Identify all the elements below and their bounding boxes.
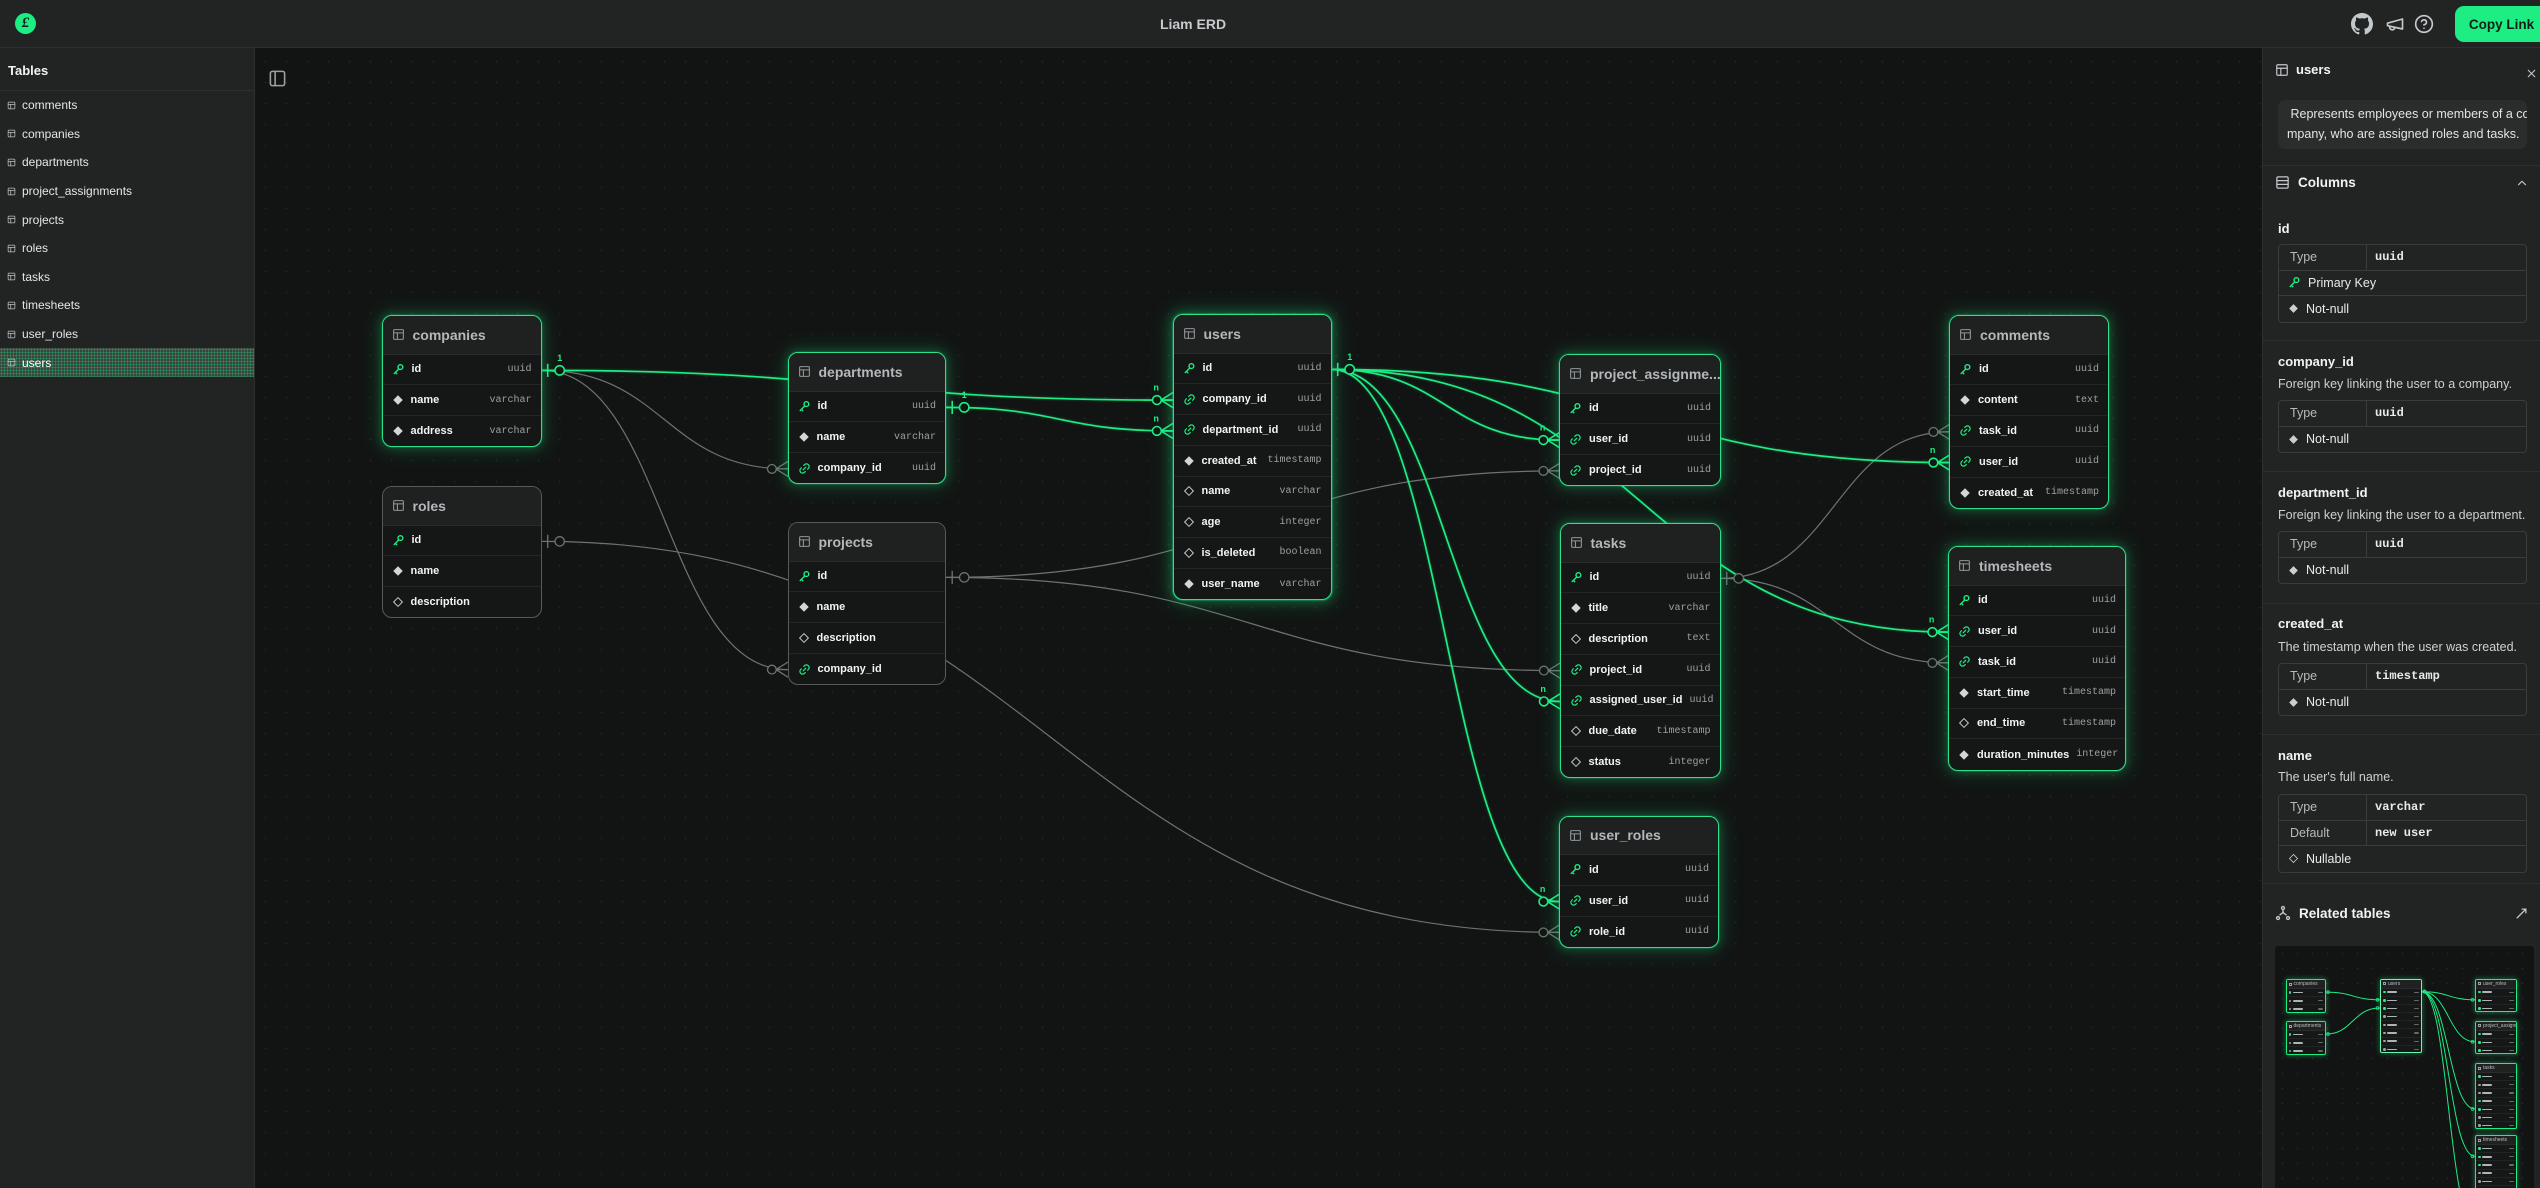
svg-text:1: 1 <box>557 353 562 363</box>
svg-text:n: n <box>1930 445 1936 455</box>
svg-text:n: n <box>1540 884 1546 894</box>
svg-text:1: 1 <box>962 390 967 400</box>
svg-text:n: n <box>1929 615 1935 625</box>
svg-text:n: n <box>1153 413 1159 423</box>
svg-text:n: n <box>1153 383 1159 393</box>
svg-text:1: 1 <box>1347 352 1352 362</box>
svg-text:n: n <box>1540 423 1546 433</box>
svg-text:n: n <box>1540 684 1546 694</box>
